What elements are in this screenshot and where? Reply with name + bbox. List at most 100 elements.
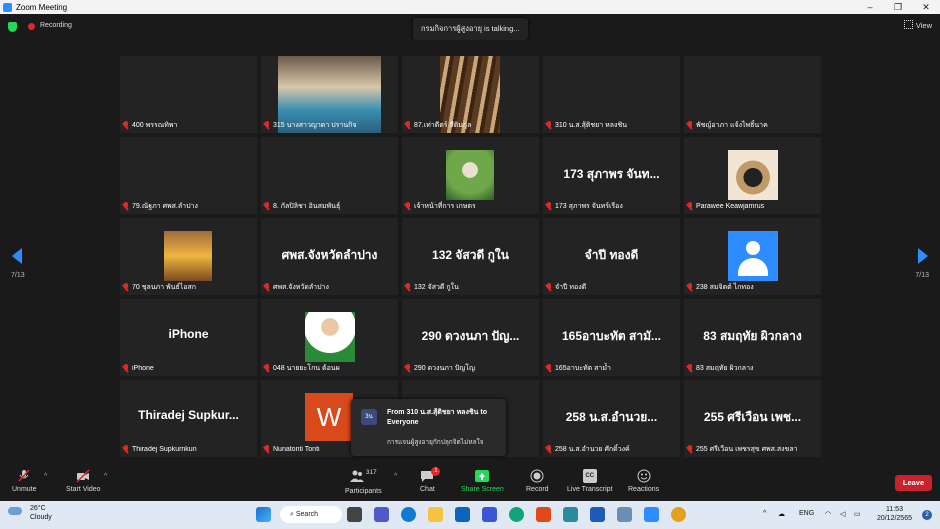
taskbar-clock[interactable]: 11:53 20/12/2565 — [877, 505, 912, 523]
audio-options-caret-icon[interactable]: ^ — [44, 473, 47, 480]
participant-tile[interactable]: จำปี ทองดี จำปี ทองดี — [543, 218, 680, 295]
participant-name: 87.เท่าดีตร์ สีติมกุล — [414, 121, 472, 129]
participant-name-row: 310 น.ส.สุ้ติชยา หลงชิน — [546, 120, 677, 130]
edge-dev-icon[interactable] — [509, 507, 524, 522]
recording-dot-icon — [28, 23, 35, 30]
participant-tile[interactable]: Thiradej Supkur... Thiradej Supkurnkun — [120, 380, 257, 457]
zoom-taskbar-icon[interactable] — [644, 507, 659, 522]
task-view-icon[interactable] — [347, 507, 362, 522]
participant-tile[interactable]: 87.เท่าดีตร์ สีติมกุล — [402, 56, 539, 133]
participant-tile[interactable]: 165อาบะทัต สามั... 165อาบะทัต สามัำ — [543, 299, 680, 376]
record-button[interactable]: Record — [526, 469, 549, 493]
chat-button[interactable]: 1 Chat — [420, 467, 441, 493]
participant-tile[interactable]: 132 จัสวดี กูใน 132 จัสวดี กูใน — [402, 218, 539, 295]
unmute-button[interactable]: Unmute — [12, 469, 37, 493]
muted-mic-icon — [264, 202, 270, 210]
notification-badge[interactable]: 2 — [922, 510, 932, 520]
taskbar-search[interactable]: ⌕ Search — [280, 506, 342, 523]
speaker-icon[interactable]: ◁ — [840, 510, 845, 518]
muted-mic-icon — [123, 283, 129, 291]
participants-caret-icon[interactable]: ^ — [394, 473, 397, 480]
participants-button[interactable]: 317 Participants — [345, 469, 382, 495]
language-indicator[interactable]: ENG — [799, 510, 814, 517]
start-video-button[interactable]: Start Video — [66, 469, 101, 493]
leave-button[interactable]: Leave — [895, 475, 932, 491]
participant-display-name: 132 จัสวดี กูใน — [432, 248, 509, 262]
share-screen-button[interactable]: Share Screen — [461, 469, 504, 493]
participant-name: 83 สมฤทัย ผิวกลาง — [696, 364, 754, 372]
participant-tile[interactable]: 290 ดวงนภา ปัญ... 290 ดวงนภา ปัญโญ — [402, 299, 539, 376]
participant-tile[interactable]: 70 ชุลนภา พันธ์ไอสก — [120, 218, 257, 295]
participant-name: ศพส.จังหวัดลำปาง — [273, 283, 329, 291]
remote-desktop-icon[interactable] — [617, 507, 632, 522]
participant-name-row: 315 นางสาวญาดา ปรานกิจ — [264, 120, 395, 130]
participant-tile[interactable]: 310 น.ส.สุ้ติชยา หลงชิน — [543, 56, 680, 133]
recording-label[interactable]: Recording — [40, 22, 72, 29]
participant-tile[interactable]: พัชญ์อาภา แจ้งไพธิ์นาค — [684, 56, 821, 133]
search-icon: ⌕ — [290, 511, 294, 518]
start-video-label: Start Video — [66, 486, 101, 493]
muted-mic-icon — [123, 364, 129, 372]
windows-start-icon[interactable] — [256, 507, 271, 522]
participant-name: 8. กัลปิลิชา อินสมพันธุ์ — [273, 202, 341, 210]
chat-label: Chat — [420, 486, 435, 493]
chrome-icon[interactable] — [671, 507, 686, 522]
participant-tile[interactable]: ศพส.จังหวัดลำปาง ศพส.จังหวัดลำปาง — [261, 218, 398, 295]
tray-chevron-icon[interactable]: ^ — [763, 510, 766, 517]
close-button[interactable]: ✕ — [912, 2, 940, 13]
participant-display-name: ศพส.จังหวัดลำปาง — [281, 248, 378, 262]
maximize-button[interactable]: ❐ — [884, 2, 912, 13]
live-transcript-label: Live Transcript — [567, 486, 613, 493]
office-icon[interactable] — [536, 507, 551, 522]
view-button[interactable]: View — [903, 20, 932, 30]
security-shield-icon[interactable] — [8, 22, 17, 32]
reactions-label: Reactions — [628, 486, 660, 493]
participant-tile[interactable]: 400 พรรณทิพา — [120, 56, 257, 133]
visual-studio-icon[interactable] — [482, 507, 497, 522]
previous-page-arrow-icon[interactable] — [12, 248, 22, 264]
video-options-caret-icon[interactable]: ^ — [104, 473, 107, 480]
minimize-button[interactable]: – — [856, 2, 884, 12]
battery-icon[interactable]: ▭ — [854, 510, 861, 518]
wifi-icon[interactable]: ◠ — [825, 510, 831, 518]
participant-display-name: 290 ดวงนภา ปัญ... — [421, 329, 520, 343]
participant-tile[interactable]: 048 นายยะโกน ต้อนผ — [261, 299, 398, 376]
mail-icon[interactable] — [455, 507, 470, 522]
search-label: Search — [295, 511, 319, 518]
participant-name-row: 165อาบะทัต สามัำ — [546, 363, 677, 373]
file-explorer-icon[interactable] — [428, 507, 443, 522]
participant-name-row: จำปี ทองดี — [546, 282, 677, 292]
photos-icon[interactable] — [563, 507, 578, 522]
participant-display-name: Thiradej Supkur... — [138, 408, 239, 422]
weather-widget[interactable]: 26°C Cloudy — [8, 504, 52, 522]
participant-name: 132 จัสวดี กูใน — [414, 283, 459, 291]
participant-tile[interactable]: 258 น.ส.อำนวย... 258 น.ส.อำนวย ศักดิ์วงค์ — [543, 380, 680, 457]
participant-tile[interactable]: 255 ศรีเวือน เพช... 255 ศรีเวือน เพชรสุข … — [684, 380, 821, 457]
chat-notification-popup[interactable]: 3น From 310 น.ส.สุ้ติชยา หลงชิน to Every… — [351, 399, 506, 456]
participant-tile[interactable]: 8. กัลปิลิชา อินสมพันธุ์ — [261, 137, 398, 214]
cc-icon: CC — [582, 469, 597, 483]
participant-tile[interactable]: 173 สุภาพร จันท... 173 สุภาพร จันทร์เรือง — [543, 137, 680, 214]
next-page-arrow-icon[interactable] — [918, 248, 928, 264]
participant-name-row: Thiradej Supkurnkun — [123, 444, 254, 454]
share-screen-label: Share Screen — [461, 486, 504, 493]
participant-tile[interactable]: 238 สมจิตต์ ไกทอง — [684, 218, 821, 295]
participant-tile[interactable]: 79.ณัฐภา ศพส.ลำปาง — [120, 137, 257, 214]
edge-browser-icon[interactable] — [401, 507, 416, 522]
participant-tile[interactable]: 83 สมฤทัย ผิวกลาง 83 สมฤทัย ผิวกลาง — [684, 299, 821, 376]
participant-name-row: 255 ศรีเวือน เพชรสุข ศพส.สงขลา — [687, 444, 818, 454]
chat-sender: From 310 น.ส.สุ้ติชยา หลงชิน to Everyone — [387, 409, 487, 426]
participant-name: 290 ดวงนภา ปัญโญ — [414, 364, 475, 372]
view-label: View — [915, 21, 932, 30]
participant-name: 165อาบะทัต สามัำ — [555, 364, 611, 372]
teams-chat-icon[interactable] — [374, 507, 389, 522]
participant-display-name: จำปี ทองดี — [584, 248, 639, 262]
participant-tile[interactable]: iPhone iPhone — [120, 299, 257, 376]
participant-tile[interactable]: เจ้าหน้าที่การ เกษตร — [402, 137, 539, 214]
participant-tile[interactable]: Parawee Keawjamrus — [684, 137, 821, 214]
reactions-button[interactable]: Reactions — [628, 469, 659, 493]
live-transcript-button[interactable]: CC Live Transcript — [567, 469, 613, 493]
network-tray-icon[interactable]: ☁ — [778, 510, 785, 518]
word-icon[interactable] — [590, 507, 605, 522]
participant-tile[interactable]: 315 นางสาวญาดา ปรานกิจ — [261, 56, 398, 133]
